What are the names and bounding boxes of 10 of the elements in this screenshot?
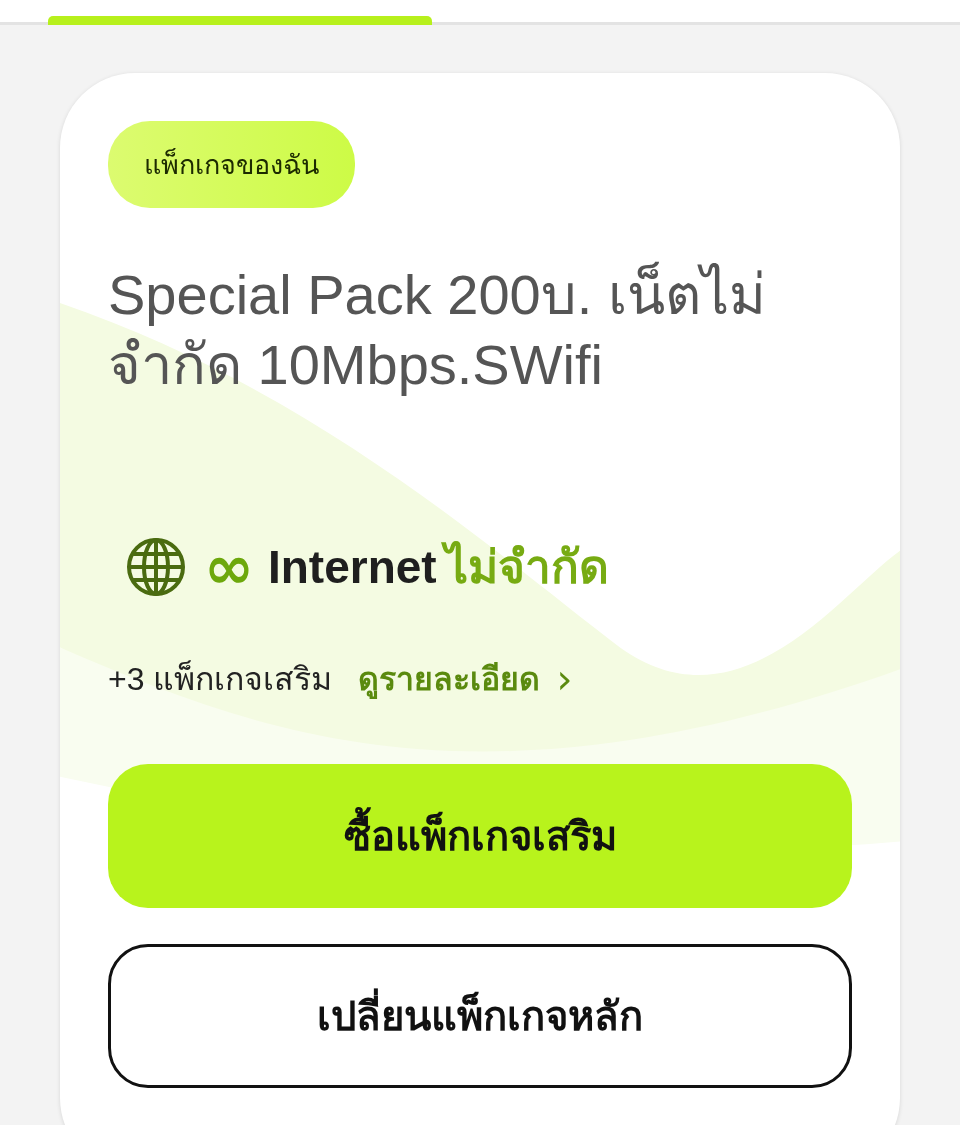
infinity-symbol: ∞: [204, 536, 254, 597]
addon-count: +3 แพ็กเกจเสริม: [108, 659, 333, 699]
globe-icon: [126, 536, 186, 597]
feature-label: Internet: [268, 539, 437, 594]
package-title: Special Pack 200บ. เน็ตไม่จำกัด 10Mbps.SWifi: [108, 260, 767, 398]
details-link[interactable]: ดูรายละเอียด: [358, 653, 541, 704]
package-badge: แพ็กเกจของฉัน: [108, 121, 355, 208]
chevron-icon[interactable]: ›: [556, 655, 573, 702]
buy-addon-button[interactable]: ซื้อแพ็กเกจเสริม: [108, 764, 852, 908]
change-package-button[interactable]: เปลี่ยนแพ็กเกจหลัก: [108, 944, 852, 1088]
